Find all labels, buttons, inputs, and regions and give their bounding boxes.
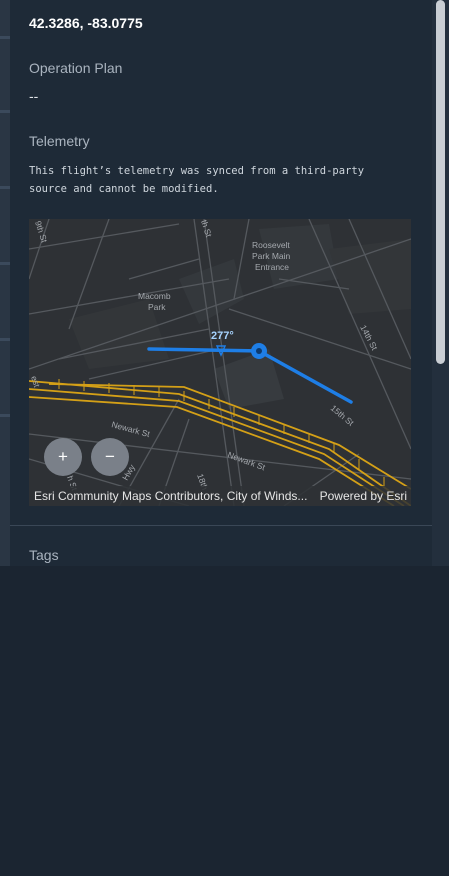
powered-by-esri[interactable]: Powered by Esri <box>320 486 407 506</box>
map-label-street: Newark St <box>226 449 267 472</box>
map-attribution-text[interactable]: Esri Community Maps Contributors, City o… <box>34 486 307 506</box>
strip-mark <box>0 262 10 265</box>
heading-label: 277° <box>211 330 234 342</box>
map-label-roosevelt: Park Main <box>252 251 291 261</box>
block-area <box>329 239 411 314</box>
strip-mark <box>0 338 10 341</box>
map-label-roosevelt: Roosevelt <box>252 240 290 250</box>
map-label-street: 15th St <box>329 403 357 428</box>
zoom-in-button[interactable]: + <box>44 438 82 476</box>
map-label-street: est <box>29 375 42 389</box>
strip-mark <box>0 186 10 189</box>
map-label-macomb: Park <box>148 302 166 312</box>
operation-plan-label: Operation Plan <box>29 60 123 76</box>
flight-details-panel: 42.3286, -83.0775 Operation Plan -- Tele… <box>10 0 432 566</box>
map-attribution-bar: Esri Community Maps Contributors, City o… <box>29 486 411 506</box>
telemetry-sync-note: This flight’s telemetry was synced from … <box>29 165 365 195</box>
scrollbar-thumb[interactable] <box>436 0 445 364</box>
operation-plan-value: -- <box>29 88 39 104</box>
flight-marker-center <box>256 348 262 354</box>
map-label-roosevelt: Entrance <box>255 262 289 272</box>
tags-label: Tags <box>29 547 59 563</box>
left-edge-strip <box>0 0 10 566</box>
strip-mark <box>0 36 10 39</box>
panel-scrollbar[interactable] <box>432 0 449 566</box>
section-divider <box>10 525 432 526</box>
telemetry-label: Telemetry <box>29 133 90 149</box>
location-coordinates: 42.3286, -83.0775 <box>29 15 143 31</box>
strip-mark <box>0 414 10 417</box>
strip-mark <box>0 110 10 113</box>
map-label-street: Newark St <box>110 419 151 439</box>
map-label-street: th St <box>199 219 214 239</box>
map-canvas[interactable]: 277° Roosevelt Park Main Entrance Macomb… <box>29 219 411 506</box>
flight-map[interactable]: 277° Roosevelt Park Main Entrance Macomb… <box>29 219 411 506</box>
map-label-macomb: Macomb <box>138 291 171 301</box>
zoom-out-button[interactable]: − <box>91 438 129 476</box>
